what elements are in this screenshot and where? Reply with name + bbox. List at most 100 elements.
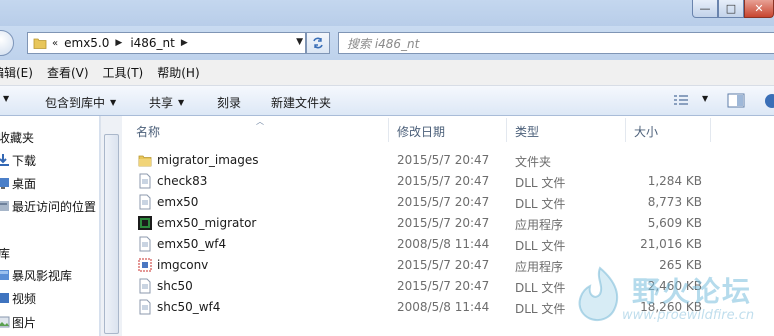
address-dropdown-icon[interactable]: ▼	[296, 37, 303, 47]
file-size: 2,460 KB	[647, 279, 702, 293]
file-type: DLL 文件	[515, 176, 566, 190]
file-type: DLL 文件	[515, 302, 566, 316]
nav-item-label: 最近访问的位置	[12, 199, 97, 214]
nav-item-storm-video[interactable]: 暴风影视库	[0, 265, 72, 285]
chevron-down-icon: ▼	[178, 98, 185, 107]
dll-file-icon	[139, 173, 151, 189]
navigation-pane: 收藏夹 下载 桌面 最近访问的位置 库 暴风影视库 视频 图片	[0, 116, 100, 336]
file-size: 21,016 KB	[640, 237, 702, 251]
minimize-button[interactable]: —	[692, 0, 718, 18]
column-divider[interactable]	[506, 118, 507, 142]
new-folder-button[interactable]: 新建文件夹	[271, 94, 331, 111]
nav-library-header[interactable]: 库	[0, 243, 10, 263]
column-size[interactable]: 大小	[634, 123, 658, 140]
column-divider[interactable]	[625, 118, 626, 142]
breadcrumb-label: i486_nt	[130, 36, 175, 50]
pictures-icon	[0, 316, 10, 328]
menu-help[interactable]: 帮助(H)	[157, 64, 199, 81]
chevron-right-icon[interactable]: ▶	[115, 38, 122, 48]
nav-item-recent[interactable]: 最近访问的位置	[0, 196, 96, 216]
file-row[interactable]: shc50 2015/5/7 20:47 DLL 文件 2,460 KB	[122, 276, 774, 297]
column-type[interactable]: 类型	[515, 123, 539, 140]
chevron-right-icon[interactable]: ▶	[181, 38, 188, 48]
breadcrumb-item[interactable]: emx5.0 ▶	[64, 36, 130, 50]
menu-tools[interactable]: 工具(T)	[103, 64, 144, 81]
file-date: 2015/5/7 20:47	[397, 258, 490, 272]
file-row[interactable]: check83 2015/5/7 20:47 DLL 文件 1,284 KB	[122, 171, 774, 192]
menu-edit[interactable]: 编辑(E)	[0, 64, 33, 81]
include-library-label: 包含到库中	[45, 96, 106, 110]
folder-icon	[138, 155, 152, 167]
recent-places-icon	[0, 201, 9, 211]
forward-button[interactable]	[0, 30, 14, 56]
file-row[interactable]: emx50_migrator 2015/5/7 20:47 应用程序 5,609…	[122, 213, 774, 234]
scrollbar-thumb[interactable]	[104, 134, 119, 334]
file-type: 应用程序	[515, 260, 564, 274]
view-options-icon[interactable]	[673, 93, 689, 107]
file-type: DLL 文件	[515, 239, 566, 253]
file-name: shc50_wf4	[157, 300, 221, 314]
nav-item-label: 图片	[12, 315, 37, 330]
refresh-button[interactable]	[306, 32, 330, 54]
address-bar[interactable]: « emx5.0 ▶ i486_nt ▶ ▼	[27, 32, 306, 54]
chevron-down-icon: ▼	[110, 98, 117, 107]
file-row[interactable]: migrator_images 2015/5/7 20:47 文件夹	[122, 150, 774, 171]
nav-item-desktop[interactable]: 桌面	[0, 173, 36, 193]
dll-file-icon	[139, 278, 151, 294]
file-size: 18,260 KB	[640, 300, 702, 314]
file-date: 2015/5/7 20:47	[397, 216, 490, 230]
nav-favorites-header[interactable]: 收藏夹	[0, 127, 34, 147]
nav-item-pictures[interactable]: 图片	[0, 312, 36, 332]
breadcrumb-overflow[interactable]: «	[52, 38, 58, 49]
close-button[interactable]: ✕	[744, 0, 774, 18]
nav-item-downloads[interactable]: 下载	[0, 150, 36, 170]
view-dropdown-icon[interactable]: ▼	[697, 94, 708, 103]
nav-item-label: 视频	[12, 291, 37, 306]
download-folder-icon	[0, 154, 9, 166]
sort-ascending-icon: ︿	[256, 117, 264, 126]
file-row[interactable]: emx50 2015/5/7 20:47 DLL 文件 8,773 KB	[122, 192, 774, 213]
burn-button[interactable]: 刻录	[217, 94, 241, 111]
column-divider[interactable]	[388, 118, 389, 142]
file-list: ︿ 名称 修改日期 类型 大小 migrator_images 2015/5/7…	[122, 116, 774, 336]
help-icon[interactable]	[764, 93, 774, 109]
nav-library-label: 库	[0, 245, 10, 262]
nav-item-label: 桌面	[12, 176, 37, 191]
file-size: 5,609 KB	[647, 216, 702, 230]
file-row[interactable]: imgconv 2015/5/7 20:47 应用程序 265 KB	[122, 255, 774, 276]
file-row[interactable]: shc50_wf4 2008/5/8 11:44 DLL 文件 18,260 K…	[122, 297, 774, 318]
file-date: 2015/5/7 20:47	[397, 195, 490, 209]
column-header-row: ︿ 名称 修改日期 类型 大小	[122, 116, 774, 144]
share-label: 共享	[149, 96, 174, 110]
file-date: 2015/5/7 20:47	[397, 153, 490, 167]
column-date[interactable]: 修改日期	[397, 123, 445, 140]
navigation-scrollbar[interactable]	[100, 116, 122, 336]
file-name: emx50	[157, 195, 199, 209]
application-icon	[138, 216, 152, 230]
organize-dropdown-icon[interactable]: ▼	[0, 94, 9, 103]
file-type: DLL 文件	[515, 197, 566, 211]
include-library-button[interactable]: 包含到库中 ▼	[45, 94, 116, 111]
share-button[interactable]: 共享 ▼	[149, 94, 184, 111]
column-divider[interactable]	[710, 118, 711, 142]
nav-item-videos[interactable]: 视频	[0, 288, 36, 308]
file-name: shc50	[157, 279, 193, 293]
breadcrumb-item[interactable]: i486_nt ▶	[130, 36, 195, 50]
refresh-icon	[313, 37, 323, 49]
video-icon	[0, 293, 9, 303]
nav-favorites-label: 收藏夹	[0, 130, 35, 145]
file-size: 1,284 KB	[647, 174, 702, 188]
nav-item-label: 暴风影视库	[12, 268, 73, 283]
file-row[interactable]: emx50_wf4 2008/5/8 11:44 DLL 文件 21,016 K…	[122, 234, 774, 255]
address-row: « emx5.0 ▶ i486_nt ▶ ▼ 搜索 i486_nt	[0, 26, 774, 60]
file-name: imgconv	[157, 258, 209, 272]
dll-file-icon	[139, 236, 151, 252]
command-bar: ▼ 包含到库中 ▼ 共享 ▼ 刻录 新建文件夹 ▼	[0, 86, 774, 116]
maximize-button[interactable]: □	[718, 0, 744, 18]
search-input[interactable]: 搜索 i486_nt	[338, 32, 774, 54]
column-name[interactable]: 名称	[136, 123, 160, 140]
file-name: emx50_wf4	[157, 237, 227, 251]
preview-pane-icon[interactable]	[727, 93, 745, 108]
menu-bar: 编辑(E) 查看(V) 工具(T) 帮助(H)	[0, 60, 774, 86]
menu-view[interactable]: 查看(V)	[47, 64, 89, 81]
